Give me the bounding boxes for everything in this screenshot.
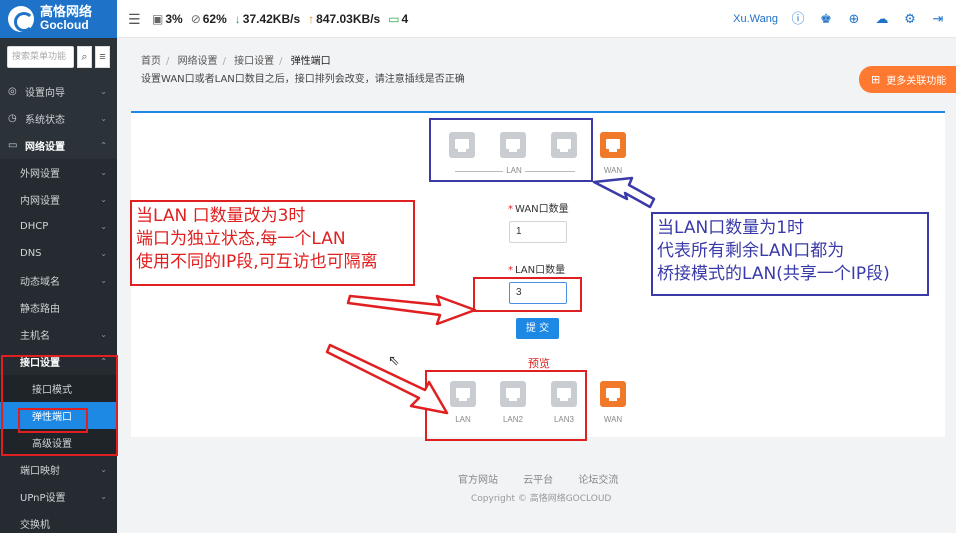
info-icon[interactable]: ⓘ xyxy=(790,11,806,27)
sidebar-item-static-route[interactable]: 静态路由 xyxy=(0,294,117,321)
footer-cloud[interactable]: 云平台 xyxy=(523,475,553,486)
footer-official-site[interactable]: 官方网站 xyxy=(458,475,498,486)
preview-label-wan: WAN xyxy=(603,415,623,424)
sidebar-item-port-mapping[interactable]: 端口映射 ⌄ xyxy=(0,456,117,483)
wan-count-label: * WAN口数量 xyxy=(508,204,569,215)
device-count: 4 xyxy=(401,12,409,26)
logo[interactable]: 高恪网络 Gocloud xyxy=(0,0,117,38)
breadcrumb-current: 弹性端口 xyxy=(290,56,331,67)
menu-toggle-icon[interactable]: ☰ xyxy=(128,11,141,28)
gocloud-logo-icon xyxy=(8,6,34,32)
download-speed: 37.42KB/s xyxy=(242,12,301,26)
sidebar: 搜索菜单功能 ⌕ ≡ ◎ 设置向导 ⌄ ◷ 系统状态 ⌄ ▭ 网络设置 ⌃ 外网设置 ⌄ 内网… xyxy=(0,38,117,533)
wan-port-icon xyxy=(600,132,626,158)
cloud-icon[interactable]: ☁ xyxy=(874,11,890,27)
menu-search-input[interactable]: 搜索菜单功能 xyxy=(7,46,74,68)
footer-forum[interactable]: 论坛交流 xyxy=(578,475,618,486)
monitor-icon: ▭ xyxy=(388,12,400,26)
logo-en: Gocloud xyxy=(40,18,89,32)
cpu-usage: 3% xyxy=(165,12,183,26)
clock-icon: ◷ xyxy=(8,113,17,124)
download-arrow-icon: ↓ xyxy=(234,12,241,26)
cpu-icon: ▣ xyxy=(152,12,164,26)
chevron-down-icon: ⌄ xyxy=(100,222,107,231)
globe-icon[interactable]: ⊕ xyxy=(846,11,862,27)
wan-port-icon xyxy=(600,381,626,407)
username[interactable]: Xu.Wang xyxy=(733,13,778,25)
grid-icon: ⊞ xyxy=(871,73,881,86)
memory-usage: 62% xyxy=(202,12,227,26)
wan-label: WAN xyxy=(603,166,623,175)
chevron-down-icon: ⌄ xyxy=(100,195,107,204)
gear-icon[interactable]: ⚙ xyxy=(902,11,918,27)
breadcrumb-network[interactable]: 网络设置 xyxy=(178,56,218,67)
chevron-down-icon: ⌄ xyxy=(100,114,107,123)
chevron-down-icon: ⌄ xyxy=(100,168,107,177)
page-note: 设置WAN口或者LAN口数目之后，接口排列会改变，请注意插线是否正确 xyxy=(141,74,465,85)
sidebar-item-ddns[interactable]: 动态域名 ⌄ xyxy=(0,267,117,294)
breadcrumb-home[interactable]: 首页 xyxy=(141,56,161,67)
callout-lan-one: 当LAN口数量为1时 代表所有剩余LAN口都为 桥接模式的LAN(共享一个IP段… xyxy=(651,212,929,296)
lan-count-highlight xyxy=(473,277,582,312)
elastic-port-highlight xyxy=(18,408,88,433)
sidebar-item-hostname[interactable]: 主机名 ⌄ xyxy=(0,321,117,348)
preview-ports-highlight xyxy=(425,370,587,441)
search-icon[interactable]: ⌕ xyxy=(76,46,92,68)
upload-speed: 847.03KB/s xyxy=(316,12,381,26)
chevron-down-icon: ⌄ xyxy=(100,492,107,501)
chevron-down-icon: ⌄ xyxy=(100,465,107,474)
copyright: Copyright © 高恪网络GOCLOUD xyxy=(471,494,612,504)
callout-lan-three: 当LAN 口数量改为3时 端口为独立状态,每一个LAN 使用不同的IP段,可互访… xyxy=(130,200,415,286)
submit-button[interactable]: 提 交 xyxy=(516,318,559,339)
sidebar-item-network-settings[interactable]: ▭ 网络设置 ⌃ xyxy=(0,132,117,159)
sidebar-item-lan[interactable]: 内网设置 ⌄ xyxy=(0,186,117,213)
chevron-down-icon: ⌄ xyxy=(100,87,107,96)
footer-links: 官方网站 云平台 论坛交流 xyxy=(458,471,640,486)
sidebar-item-setup-wizard[interactable]: ◎ 设置向导 ⌄ xyxy=(0,78,117,105)
menu-list-icon[interactable]: ≡ xyxy=(94,46,110,68)
upload-arrow-icon: ↑ xyxy=(308,12,315,26)
mouse-cursor-icon: ⇖ xyxy=(388,352,400,368)
compass-icon: ◎ xyxy=(8,86,17,97)
sidebar-item-system-status[interactable]: ◷ 系统状态 ⌄ xyxy=(0,105,117,132)
lan-count-label: * LAN口数量 xyxy=(508,265,566,276)
logout-icon[interactable]: ⇥ xyxy=(930,11,946,27)
chevron-down-icon: ⌄ xyxy=(100,330,107,339)
lan-group-highlight xyxy=(429,118,593,182)
sidebar-item-upnp[interactable]: UPnP设置 ⌄ xyxy=(0,483,117,510)
top-right-toolbar: Xu.Wang ⓘ ♚ ⊕ ☁ ⚙ ⇥ xyxy=(733,0,946,38)
breadcrumb: 首页 / 网络设置 / 接口设置 / 弹性端口 xyxy=(141,56,331,67)
system-stats: ▣ 3% ⊘ 62% ↓ 37.42KB/s ↑ 847.03KB/s ▭ 4 xyxy=(152,0,408,38)
wan-count-input[interactable]: 1 xyxy=(509,221,567,243)
top-bar: 高恪网络 Gocloud ☰ ▣ 3% ⊘ 62% ↓ 37.42KB/s ↑ 847.… xyxy=(0,0,956,38)
breadcrumb-interface[interactable]: 接口设置 xyxy=(234,56,274,67)
sidebar-item-wan[interactable]: 外网设置 ⌄ xyxy=(0,159,117,186)
interface-settings-highlight xyxy=(1,355,118,456)
tshirt-icon[interactable]: ♚ xyxy=(818,11,834,27)
preview-title: 预览 xyxy=(528,357,550,370)
memory-icon: ⊘ xyxy=(190,12,201,26)
sidebar-item-switch[interactable]: 交换机 xyxy=(0,510,117,533)
chevron-up-icon: ⌃ xyxy=(100,141,107,150)
chevron-down-icon: ⌄ xyxy=(100,249,107,258)
chevron-down-icon: ⌄ xyxy=(100,276,107,285)
more-functions-button[interactable]: ⊞ 更多关联功能 xyxy=(859,66,956,93)
sidebar-item-dns[interactable]: DNS ⌄ xyxy=(0,240,117,267)
monitor-icon: ▭ xyxy=(8,140,18,151)
sidebar-item-dhcp[interactable]: DHCP ⌄ xyxy=(0,213,117,240)
